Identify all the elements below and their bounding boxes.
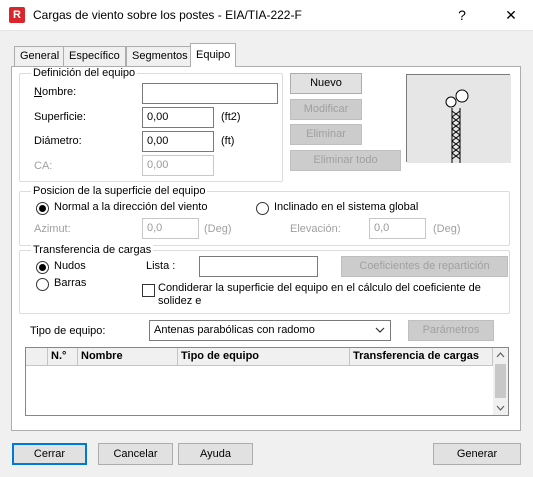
- delete-all-button[interactable]: Eliminar todo: [290, 150, 401, 171]
- consider-surface-label-line1: Condiderar la superficie del equipo en e…: [158, 282, 481, 294]
- help-button[interactable]: Ayuda: [178, 443, 253, 465]
- table-scrollbar[interactable]: [493, 348, 508, 415]
- column-header-transfer[interactable]: Transferencia de cargas: [350, 348, 493, 366]
- tower-antenna-icon: [407, 75, 511, 163]
- bars-label: Barras: [54, 277, 87, 289]
- inclined-global-label: Inclinado en el sistema global: [274, 201, 419, 213]
- elevation-label: Elevación:: [290, 223, 341, 235]
- surface-label: Superficie:: [34, 111, 86, 123]
- table-header: N.° Nombre Tipo de equipo Transferencia …: [26, 348, 493, 366]
- surface-position-group: [19, 191, 510, 246]
- chevron-down-icon[interactable]: [374, 324, 386, 336]
- app-icon: R: [9, 7, 25, 23]
- diameter-label: Diámetro:: [34, 135, 82, 147]
- consider-surface-label-line2: solidez e: [158, 295, 202, 307]
- nodes-label: Nudos: [54, 260, 86, 272]
- name-label-text: ombre:: [41, 86, 77, 98]
- equipment-type-value: Antenas parabólicas con radomo: [154, 324, 315, 336]
- tab-especifico[interactable]: Específico: [63, 46, 126, 66]
- ca-input[interactable]: 0,00: [142, 155, 214, 176]
- normal-wind-label: Normal a la dirección del viento: [54, 201, 208, 213]
- equipment-definition-legend: Definición del equipo: [31, 67, 138, 79]
- equipment-table: N.° Nombre Tipo de equipo Transferencia …: [25, 347, 509, 416]
- normal-wind-radio[interactable]: [36, 202, 49, 215]
- table-header-select: [26, 348, 48, 366]
- close-button[interactable]: Cerrar: [12, 443, 87, 465]
- tab-panel-equipo: Definición del equipo Nombre: Superficie…: [11, 66, 521, 431]
- ca-label: CA:: [34, 160, 53, 172]
- name-label: Nombre:: [34, 86, 77, 98]
- azimuth-label: Azimut:: [34, 223, 71, 235]
- name-input[interactable]: [142, 83, 278, 104]
- equipment-preview: [406, 74, 511, 163]
- column-header-type[interactable]: Tipo de equipo: [178, 348, 350, 366]
- elevation-input[interactable]: 0,0: [369, 218, 426, 239]
- cancel-button[interactable]: Cancelar: [98, 443, 173, 465]
- coefficients-button[interactable]: Coeficientes de repartición: [341, 256, 508, 277]
- window-title: Cargas de viento sobre los postes - EIA/…: [33, 8, 302, 22]
- list-label: Lista :: [146, 260, 176, 272]
- title-bar: R Cargas de viento sobre los postes - EI…: [0, 0, 533, 31]
- parameters-button[interactable]: Parámetros: [408, 320, 494, 341]
- column-header-number[interactable]: N.°: [48, 348, 78, 366]
- equipment-type-select[interactable]: Antenas parabólicas con radomo: [149, 320, 391, 341]
- surface-position-legend: Posicion de la superficie del equipo: [31, 185, 208, 197]
- diameter-unit: (ft): [221, 135, 235, 147]
- column-header-name[interactable]: Nombre: [78, 348, 178, 366]
- azimuth-unit: (Deg): [204, 223, 232, 235]
- equipment-type-label: Tipo de equipo:: [30, 325, 106, 337]
- surface-unit: (ft2): [221, 111, 241, 123]
- help-title-button[interactable]: ?: [447, 4, 477, 26]
- delete-button[interactable]: Eliminar: [290, 124, 362, 145]
- consider-surface-checkbox[interactable]: [142, 284, 155, 297]
- generate-button[interactable]: Generar: [433, 443, 521, 465]
- nodes-radio[interactable]: [36, 261, 49, 274]
- load-transfer-legend: Transferencia de cargas: [31, 244, 154, 256]
- diameter-input[interactable]: 0,00: [142, 131, 214, 152]
- azimuth-input[interactable]: 0,0: [142, 218, 199, 239]
- surface-input[interactable]: 0,00: [142, 107, 214, 128]
- inclined-global-radio[interactable]: [256, 202, 269, 215]
- list-input[interactable]: [199, 256, 318, 277]
- tab-segmentos[interactable]: Segmentos: [126, 46, 194, 66]
- tab-general[interactable]: General: [14, 46, 66, 66]
- close-window-button[interactable]: ✕: [496, 4, 526, 26]
- new-button[interactable]: Nuevo: [290, 73, 362, 94]
- bars-radio[interactable]: [36, 278, 49, 291]
- tab-equipo[interactable]: Equipo: [190, 43, 237, 67]
- elevation-unit: (Deg): [433, 223, 461, 235]
- modify-button[interactable]: Modificar: [290, 99, 362, 120]
